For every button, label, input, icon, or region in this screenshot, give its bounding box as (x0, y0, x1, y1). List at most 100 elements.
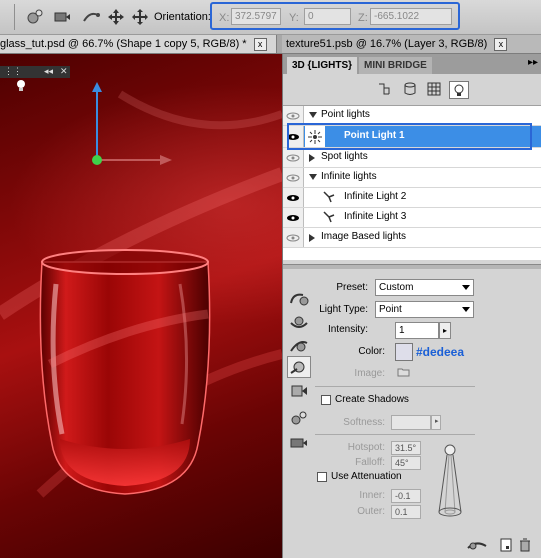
close-icon[interactable]: x (253, 37, 267, 51)
falloff-input[interactable]: 45° (391, 456, 421, 470)
light-type-select[interactable]: Point (375, 301, 474, 318)
list-item-point-lights[interactable]: Point lights (283, 106, 541, 126)
document-canvas[interactable]: ⋮⋮ ◂◂ ✕ (0, 54, 282, 558)
outer-label: Outer: (357, 506, 385, 517)
x-axis-head (160, 155, 172, 165)
move-to-view-tool-icon[interactable] (287, 380, 311, 402)
expand-triangle-icon[interactable] (309, 174, 317, 180)
use-attenuation-label: Use Attenuation (331, 471, 402, 482)
list-item-label: Point lights (321, 109, 370, 120)
scene-filter-icon[interactable] (375, 81, 393, 97)
new-light-icon[interactable] (499, 538, 513, 555)
expand-triangle-icon[interactable] (309, 112, 317, 118)
mesh-filter-icon[interactable] (401, 81, 419, 97)
x-label: X: (219, 12, 230, 24)
list-item-label: Point Light 1 (344, 130, 405, 141)
slide-light-tool-icon[interactable] (287, 334, 311, 356)
rotate-light-tool-icon[interactable] (287, 288, 311, 310)
visibility-eye-icon[interactable] (283, 208, 304, 227)
visibility-eye-icon[interactable] (283, 106, 304, 125)
z-field[interactable]: -665.1022 (370, 8, 452, 25)
tab-mini-bridge[interactable]: MINI BRIDGE (359, 57, 432, 74)
list-item-infinite-lights[interactable]: Infinite lights (283, 168, 541, 188)
softness-label: Softness: (343, 417, 385, 428)
tab-label: glass_tut.psd @ 66.7% (Shape 1 copy 5, R… (0, 38, 247, 50)
divider (315, 434, 475, 435)
move-light-icon[interactable] (106, 8, 126, 26)
preset-select[interactable]: Custom (375, 279, 474, 296)
scale-light-icon[interactable] (130, 8, 150, 26)
rotate-3d-light-icon[interactable] (25, 8, 45, 26)
mini-panel-header: ⋮⋮ ◂◂ ✕ (0, 66, 70, 78)
light-bulb-icon[interactable] (16, 80, 26, 95)
panel-menu-icon[interactable]: ▸▸ (528, 57, 538, 68)
intensity-value: 1 (399, 325, 405, 336)
light-camera-icon[interactable] (287, 432, 311, 454)
list-item-infinite-light-2[interactable]: Infinite Light 2 (283, 188, 541, 208)
softness-input[interactable] (391, 415, 431, 430)
list-item-infinite-light-3[interactable]: Infinite Light 3 (283, 208, 541, 228)
point-at-origin-tool-icon[interactable] (287, 356, 311, 378)
pan-light-tool-icon[interactable] (287, 312, 311, 334)
drag-3d-light-icon[interactable] (52, 8, 72, 26)
options-bar: Orientation: X: 372.5797 Y: 0 Z: -665.10… (0, 0, 541, 35)
preset-label: Preset: (336, 282, 368, 293)
visibility-eye-icon[interactable] (283, 188, 304, 207)
z-axis-origin (92, 155, 102, 165)
tab-glass-tut[interactable]: glass_tut.psd @ 66.7% (Shape 1 copy 5, R… (0, 35, 277, 53)
tab-label: texture51.psb @ 16.7% (Layer 3, RGB/8) (286, 38, 488, 50)
hotspot-input[interactable]: 31.5° (391, 441, 421, 455)
render-settings-icon[interactable] (466, 538, 488, 555)
use-attenuation-checkbox[interactable] (317, 472, 327, 482)
inner-label: Inner: (359, 490, 385, 501)
list-item-label: Image Based lights (321, 231, 407, 242)
list-item-label: Infinite Light 3 (344, 211, 407, 222)
softness-slider-arrow[interactable]: ▸ (431, 415, 441, 430)
add-light-guide-icon[interactable] (287, 408, 311, 430)
y-label: Y: (289, 12, 299, 24)
visibility-eye-icon[interactable] (283, 126, 304, 147)
preset-value: Custom (379, 282, 414, 293)
create-shadows-checkbox[interactable] (321, 395, 331, 405)
close-icon[interactable]: x (494, 37, 508, 51)
divider (315, 386, 475, 387)
y-field[interactable]: 0 (304, 8, 351, 25)
intensity-input[interactable]: 1 (395, 322, 439, 339)
axis-gizmo[interactable] (80, 80, 180, 200)
inner-input[interactable]: -0.1 (391, 489, 421, 503)
intensity-label: Intensity: (327, 324, 368, 335)
grip-icon: ⋮⋮ (4, 66, 22, 76)
collapsed-triangle-icon[interactable] (309, 154, 315, 162)
trash-icon[interactable] (519, 538, 531, 555)
light-type-label: Light Type: (319, 304, 368, 315)
visibility-eye-icon[interactable] (283, 168, 304, 187)
collapsed-triangle-icon[interactable] (309, 234, 315, 242)
orientation-label: Orientation: (154, 11, 211, 23)
color-swatch[interactable] (395, 343, 413, 361)
visibility-eye-icon[interactable] (283, 148, 304, 167)
tab-texture51[interactable]: texture51.psb @ 16.7% (Layer 3, RGB/8) x (282, 35, 541, 53)
color-hex-text: #dedeea (416, 345, 465, 359)
tab-3d-lights[interactable]: 3D {LIGHTS} (287, 57, 358, 74)
lights-filter-icon[interactable] (449, 81, 469, 99)
visibility-eye-icon[interactable] (283, 228, 304, 247)
panel-filter-icons (283, 75, 541, 106)
intensity-slider-arrow[interactable]: ▸ (439, 322, 451, 339)
list-item-label: Infinite lights (321, 171, 377, 182)
folder-icon[interactable] (397, 367, 411, 380)
collapse-icon[interactable]: ◂◂ (44, 66, 53, 77)
list-item-spot-lights[interactable]: Spot lights (283, 148, 541, 168)
list-item-image-based-lights[interactable]: Image Based lights (283, 228, 541, 248)
slide-3d-light-icon[interactable] (82, 8, 102, 26)
close-icon[interactable]: ✕ (60, 66, 68, 77)
list-item-point-light-1[interactable]: Point Light 1 (283, 126, 541, 148)
chevron-down-icon (462, 285, 470, 290)
spotlight-cone-preview (438, 444, 462, 517)
point-light-icon (305, 126, 325, 147)
infinite-light-icon (323, 211, 335, 226)
x-field[interactable]: 372.5797 (231, 8, 281, 25)
image-label: Image: (354, 368, 385, 379)
color-label: Color: (358, 346, 385, 357)
outer-input[interactable]: 0.1 (391, 505, 421, 519)
material-filter-icon[interactable] (425, 81, 443, 97)
